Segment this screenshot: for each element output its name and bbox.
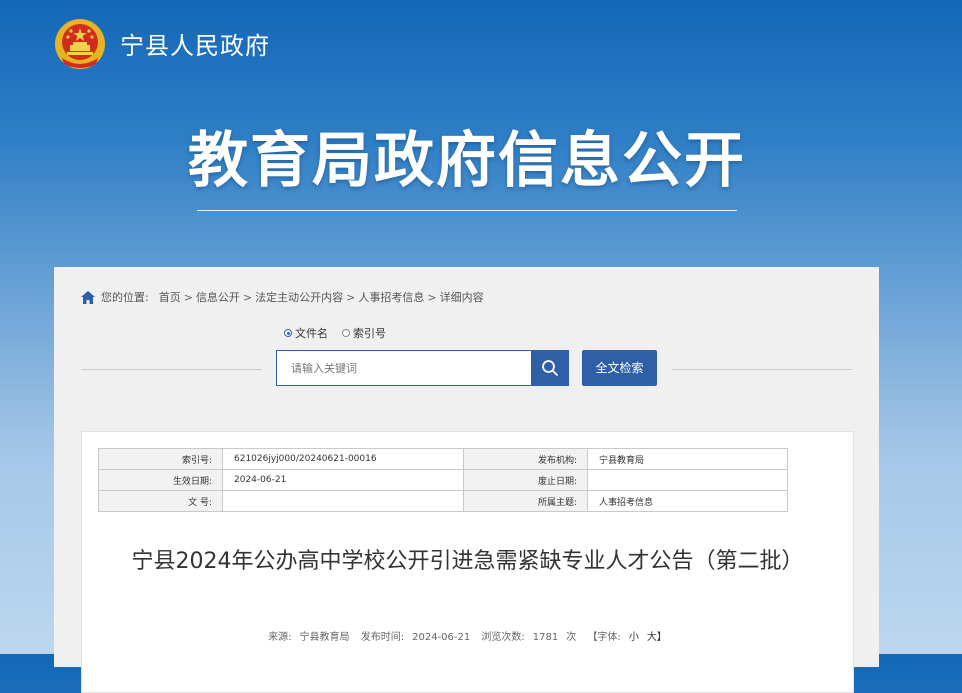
expire-date-value xyxy=(587,469,788,491)
source-label: 来源: xyxy=(268,632,292,643)
publisher-value: 宁县教育局 xyxy=(587,448,788,470)
meta-row: 索引号: 621026jyj000/20240621-00016 发布机构: 宁… xyxy=(98,448,788,470)
radio-index[interactable]: 索引号 xyxy=(342,325,386,341)
effective-date-value: 2024-06-21 xyxy=(222,469,464,491)
fulltext-search-button[interactable]: 全文检索 xyxy=(582,350,657,386)
breadcrumb-info-public[interactable]: 信息公开 xyxy=(196,289,240,305)
home-icon xyxy=(81,290,95,304)
search-type-radios: 文件名 索引号 xyxy=(284,325,400,341)
breadcrumb-label: 您的位置: xyxy=(101,291,149,304)
doc-number-value xyxy=(222,490,464,512)
expire-date-label: 废止日期: xyxy=(463,469,588,491)
effective-date-label: 生效日期: xyxy=(98,469,223,491)
search-icon xyxy=(542,360,558,376)
breadcrumb: 您的位置: 首页 > 信息公开 > 法定主动公开内容 > 人事招考信息 > 详细… xyxy=(81,289,484,305)
divider-right xyxy=(672,369,852,370)
search-input[interactable] xyxy=(276,350,532,386)
breadcrumb-detail[interactable]: 详细内容 xyxy=(440,289,484,305)
meta-row: 生效日期: 2024-06-21 废止日期: xyxy=(98,469,788,491)
main-panel: 您的位置: 首页 > 信息公开 > 法定主动公开内容 > 人事招考信息 > 详细… xyxy=(54,267,879,693)
breadcrumb-recruitment[interactable]: 人事招考信息 xyxy=(358,289,424,305)
breadcrumb-home[interactable]: 首页 xyxy=(159,289,181,305)
index-label: 索引号: xyxy=(98,448,223,470)
source-value: 宁县教育局 xyxy=(299,632,350,643)
breadcrumb-separator: > xyxy=(427,290,437,304)
publisher-label: 发布机构: xyxy=(463,448,588,470)
radio-index-dot[interactable] xyxy=(342,329,350,337)
font-large-button[interactable]: 大】 xyxy=(647,632,667,643)
font-small-button[interactable]: 小 xyxy=(629,632,639,643)
search-button[interactable] xyxy=(531,350,569,386)
document-info: 来源: 宁县教育局 发布时间: 2024-06-21 浏览次数: 1781 次 【字体:… xyxy=(82,628,853,643)
divider-left xyxy=(81,369,261,370)
topic-value: 人事招考信息 xyxy=(587,490,788,512)
doc-number-label: 文 号: xyxy=(98,490,223,512)
meta-row: 文 号: 所属主题: 人事招考信息 xyxy=(98,490,788,512)
page-title: 教育局政府信息公开 xyxy=(188,126,746,196)
breadcrumb-separator: > xyxy=(346,290,356,304)
title-divider xyxy=(197,210,737,211)
breadcrumb-statutory[interactable]: 法定主动公开内容 xyxy=(255,289,343,305)
views-unit: 次 xyxy=(566,632,577,643)
radio-index-label: 索引号 xyxy=(353,327,386,340)
index-value: 621026jyj000/20240621-00016 xyxy=(222,448,464,470)
date-value: 2024-06-21 xyxy=(412,632,471,643)
national-emblem-icon xyxy=(55,19,105,69)
radio-filename-dot[interactable] xyxy=(284,329,292,337)
topic-label: 所属主题: xyxy=(463,490,588,512)
breadcrumb-separator: > xyxy=(242,290,253,304)
radio-filename-label: 文件名 xyxy=(295,327,328,340)
date-label: 发布时间: xyxy=(360,632,405,643)
views-value: 1781 xyxy=(532,632,559,643)
meta-table: 索引号: 621026jyj000/20240621-00016 发布机构: 宁… xyxy=(98,448,788,512)
views-label: 浏览次数: xyxy=(481,632,525,643)
breadcrumb-separator: > xyxy=(183,290,193,304)
font-size-label: 【字体: xyxy=(587,632,621,643)
document-title: 宁县2024年公办高中学校公开引进急需紧缺专业人才公告（第二批） xyxy=(131,549,804,574)
radio-filename[interactable]: 文件名 xyxy=(284,325,328,341)
site-name[interactable]: 宁县人民政府 xyxy=(120,26,270,61)
